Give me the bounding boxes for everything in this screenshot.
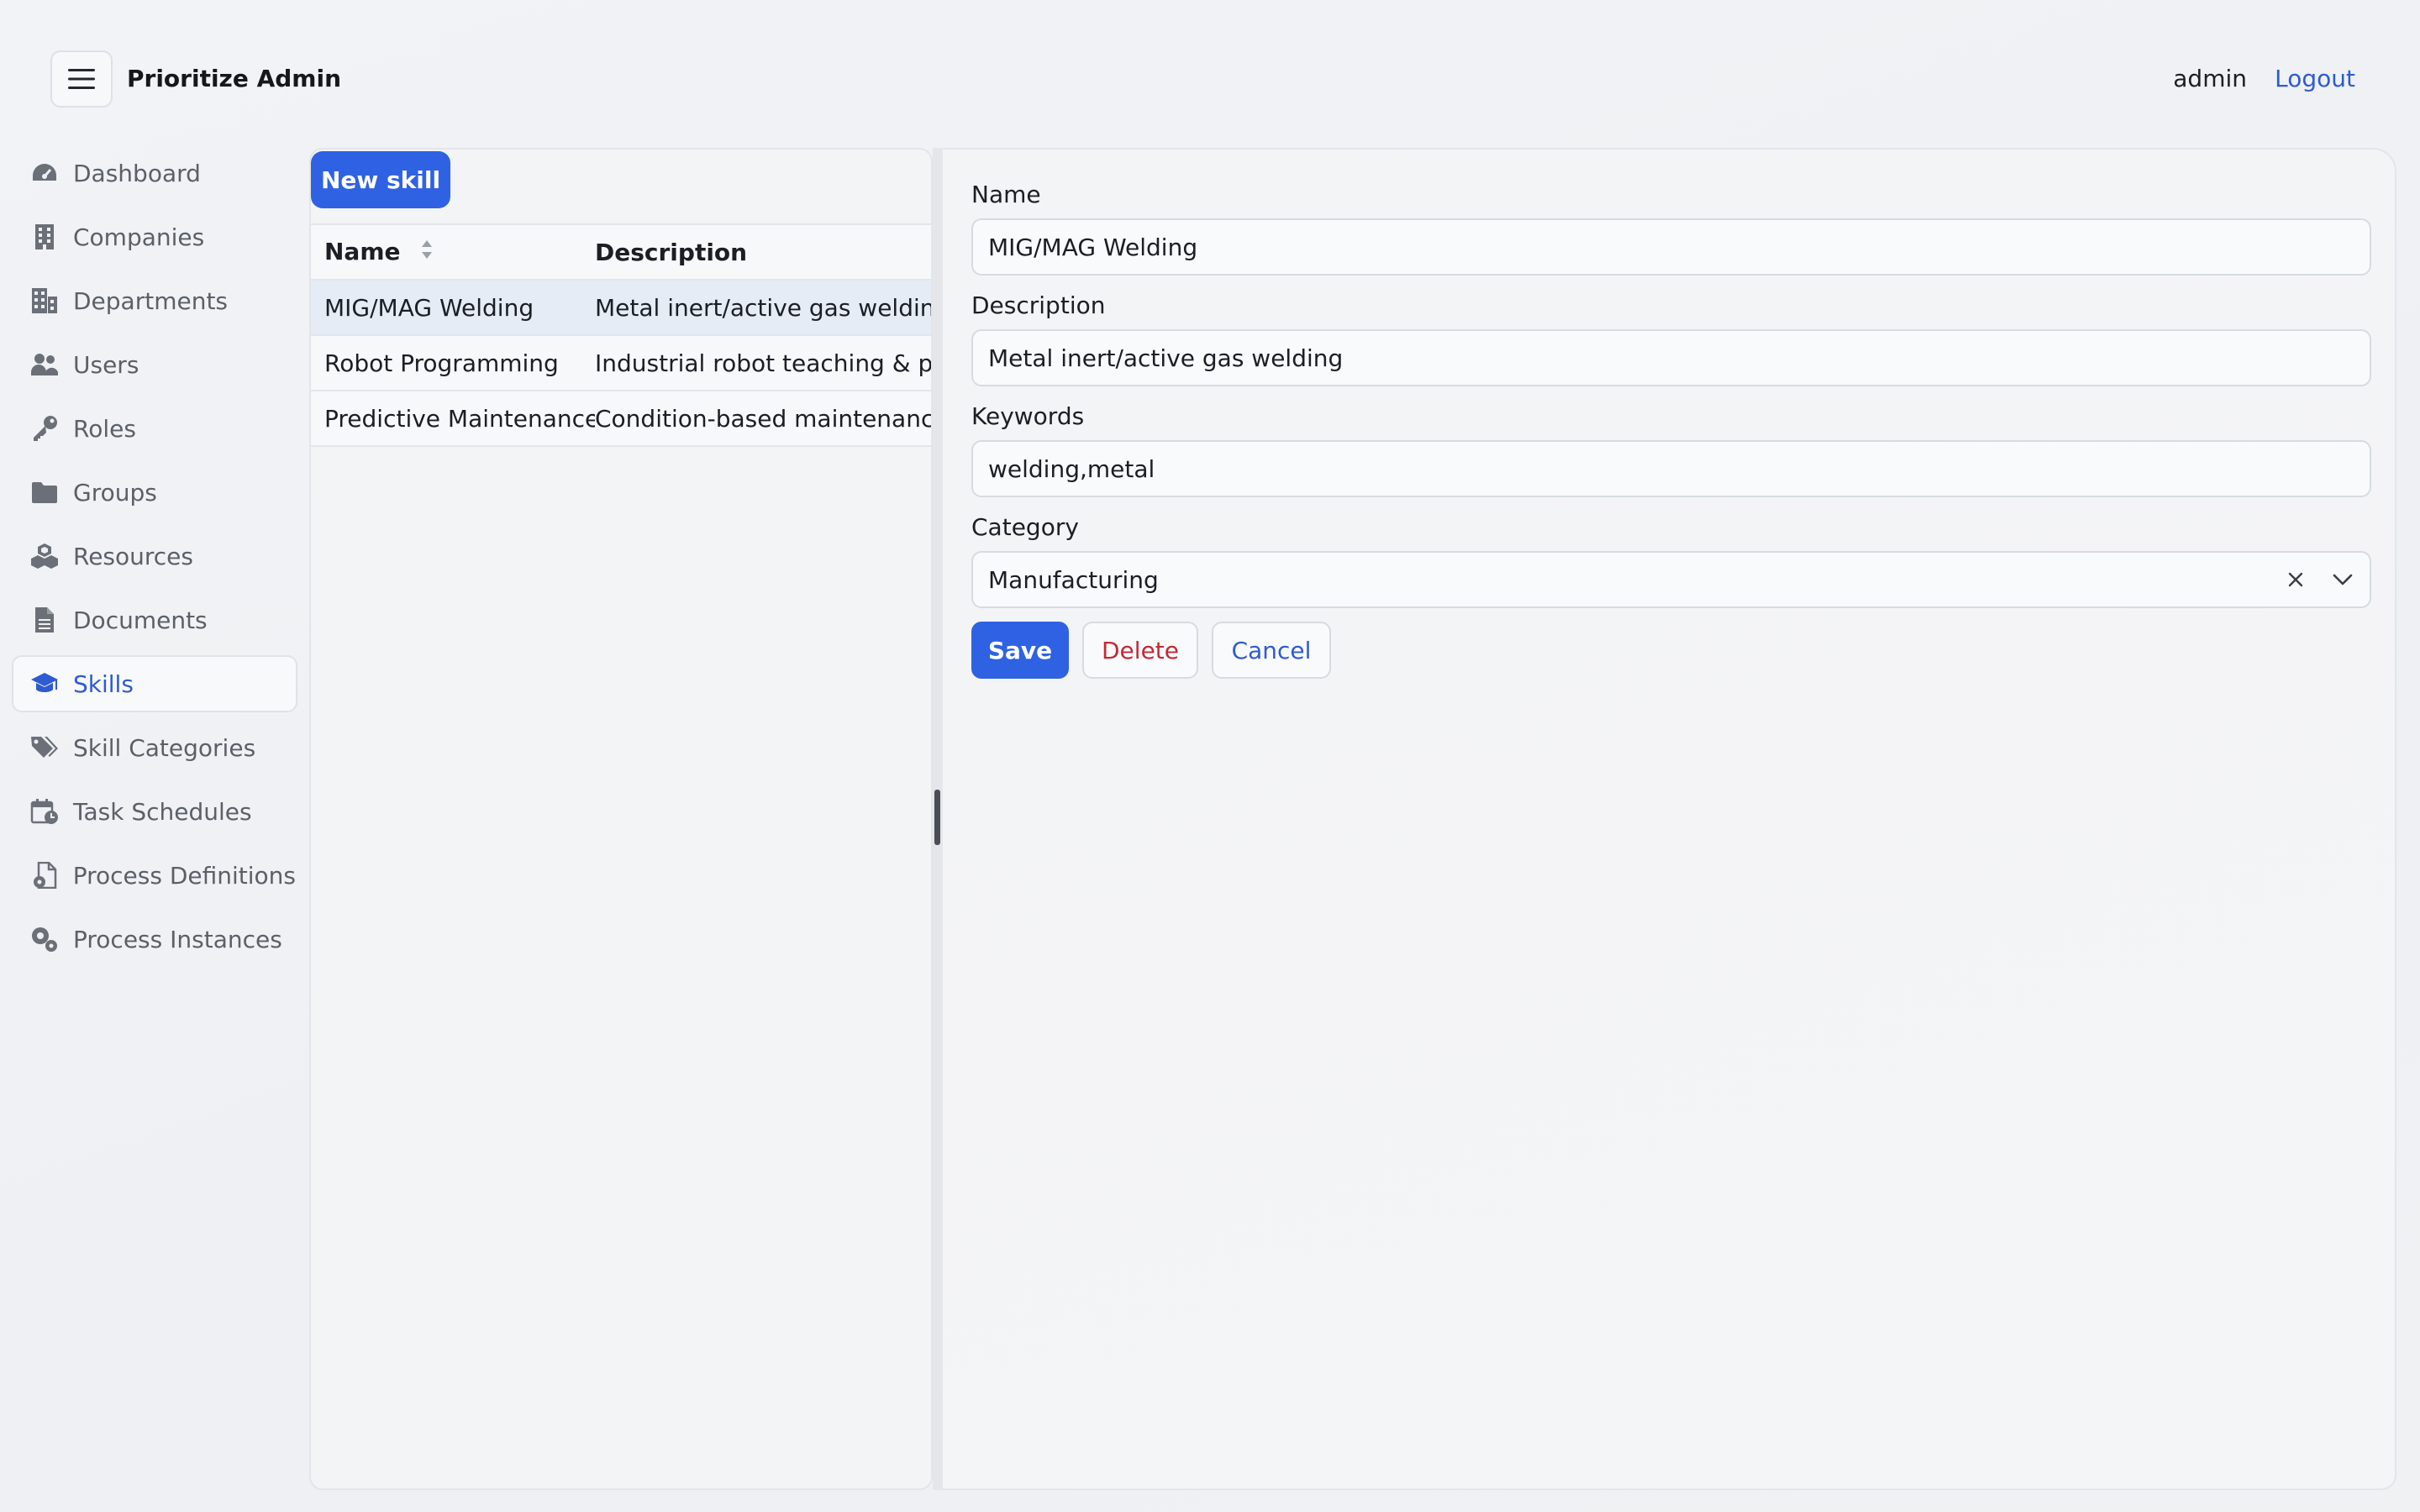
sidebar-item-companies[interactable]: Companies <box>12 208 297 265</box>
cell-description: Metal inert/active gas welding <box>595 293 933 322</box>
buildings-icon <box>30 286 59 315</box>
keywords-label: Keywords <box>971 402 1085 430</box>
name-label: Name <box>971 181 1041 208</box>
sidebar-nav: Dashboard Companies Departments Users Ro… <box>12 144 297 974</box>
sidebar-item-label: Departments <box>73 286 229 315</box>
category-select[interactable]: Manufacturing <box>971 551 2371 608</box>
cubes-icon <box>30 542 59 570</box>
top-bar: Prioritize Admin admin Logout <box>0 0 2420 148</box>
category-label: Category <box>971 513 1079 541</box>
table-header: Name Description <box>311 225 931 281</box>
sort-icon[interactable] <box>420 239 434 266</box>
sidebar-item-label: Companies <box>73 223 205 251</box>
sidebar-item-dashboard[interactable]: Dashboard <box>12 144 297 202</box>
sidebar-item-label: Task Schedules <box>73 797 252 826</box>
app-title: Prioritize Admin <box>127 65 342 92</box>
cell-name: Robot Programming <box>324 349 559 377</box>
document-icon <box>30 606 59 634</box>
table-row[interactable]: Robot Programming Industrial robot teach… <box>311 336 933 391</box>
sidebar-item-label: Groups <box>73 478 157 507</box>
skills-list-panel: New skill Name Description MIG/MAG Weldi… <box>309 148 933 1490</box>
column-header-description: Description <box>595 238 748 266</box>
hamburger-menu-button[interactable] <box>50 50 113 108</box>
sidebar-item-resources[interactable]: Resources <box>12 528 297 585</box>
sidebar-item-departments[interactable]: Departments <box>12 272 297 329</box>
sidebar-item-skills[interactable]: Skills <box>12 655 297 712</box>
calendar-clock-icon <box>30 797 59 826</box>
table-row[interactable]: Predictive Maintenance Condition-based m… <box>311 391 933 447</box>
key-icon <box>30 414 59 443</box>
splitter-drag-handle[interactable] <box>934 790 940 845</box>
sidebar-item-label: Roles <box>73 414 136 443</box>
description-field[interactable] <box>971 329 2371 386</box>
folder-icon <box>30 478 59 507</box>
current-user: admin <box>2173 65 2247 92</box>
cell-description: Industrial robot teaching & pro <box>595 349 933 377</box>
dashboard-gauge-icon <box>30 159 59 187</box>
users-icon <box>30 350 59 379</box>
logout-link[interactable]: Logout <box>2275 64 2355 94</box>
skills-table: Name Description MIG/MAG Welding Metal i… <box>311 223 933 447</box>
sidebar-item-groups[interactable]: Groups <box>12 464 297 521</box>
graduation-cap-icon <box>30 669 59 698</box>
table-row[interactable]: MIG/MAG Welding Metal inert/active gas w… <box>311 281 933 336</box>
column-header-name[interactable]: Name <box>311 238 595 267</box>
sidebar-item-label: Users <box>73 350 139 379</box>
sidebar-item-label: Process Definitions <box>72 861 296 890</box>
sidebar-item-label: Skills <box>73 669 134 698</box>
sidebar-item-label: Process Instances <box>73 925 282 953</box>
sidebar-item-users[interactable]: Users <box>12 336 297 393</box>
cell-name: MIG/MAG Welding <box>324 293 534 322</box>
sidebar-item-roles[interactable]: Roles <box>12 400 297 457</box>
sidebar-item-process-instances[interactable]: Process Instances <box>12 911 297 968</box>
chevron-down-icon[interactable] <box>2319 556 2366 603</box>
name-field[interactable] <box>971 218 2371 276</box>
keywords-field[interactable] <box>971 440 2371 497</box>
cell-name: Predictive Maintenance <box>324 404 595 433</box>
sidebar-item-task-schedules[interactable]: Task Schedules <box>12 783 297 840</box>
sidebar-item-process-definitions[interactable]: Process Definitions <box>12 847 297 904</box>
delete-button[interactable]: Delete <box>1082 622 1198 679</box>
sidebar-item-label: Resources <box>73 542 193 570</box>
new-skill-button[interactable]: New skill <box>311 151 450 208</box>
cancel-button[interactable]: Cancel <box>1212 622 1331 679</box>
save-button[interactable]: Save <box>971 622 1069 679</box>
building-icon <box>30 223 59 251</box>
skill-edit-form: Name Description Keywords Category Manuf… <box>943 148 2396 1490</box>
sidebar-item-label: Skill Categories <box>73 733 256 762</box>
gears-icon <box>30 925 59 953</box>
sidebar-item-label: Documents <box>73 606 208 634</box>
file-gear-icon <box>30 861 59 890</box>
hamburger-icon <box>68 69 95 89</box>
sidebar-item-skill-categories[interactable]: Skill Categories <box>12 719 297 776</box>
sidebar-item-label: Dashboard <box>73 159 201 187</box>
cell-description: Condition-based maintenance <box>595 404 933 433</box>
sidebar-item-documents[interactable]: Documents <box>12 591 297 648</box>
category-selected-value: Manufacturing <box>988 565 1159 594</box>
description-label: Description <box>971 291 1106 319</box>
clear-icon[interactable] <box>2272 556 2319 603</box>
tags-icon <box>30 733 59 762</box>
